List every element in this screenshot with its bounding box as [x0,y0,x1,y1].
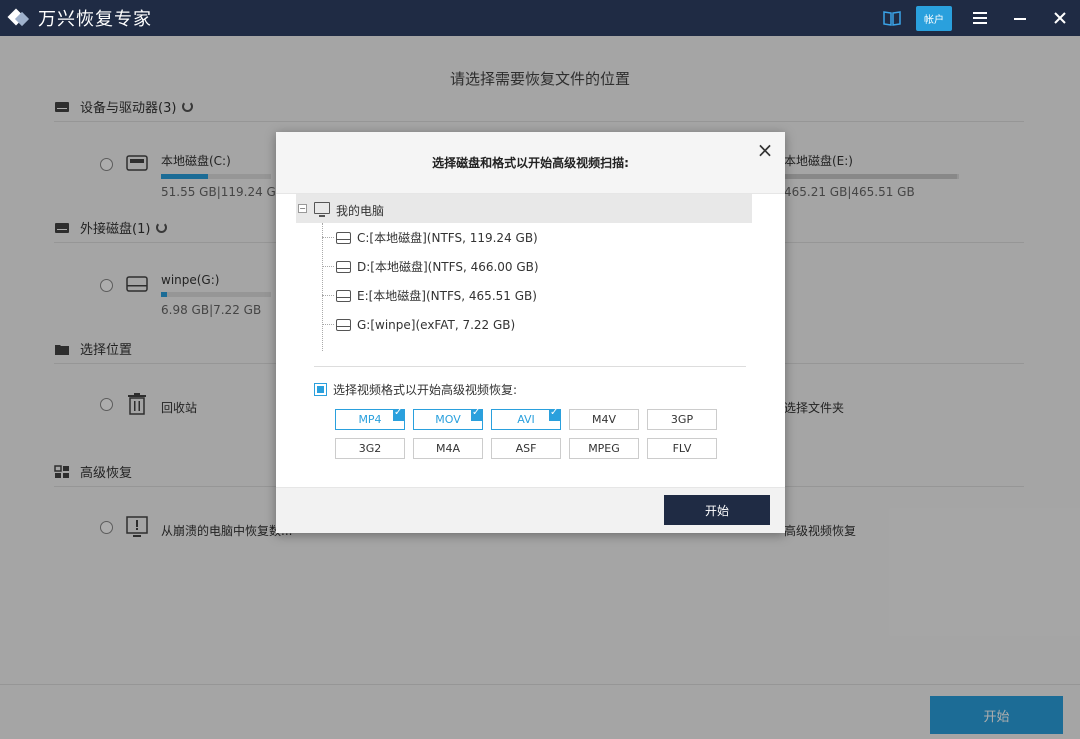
format-flv[interactable]: FLV [647,438,717,459]
format-asf[interactable]: ASF [491,438,561,459]
book-icon[interactable] [872,0,912,36]
tree-root-my-computer[interactable]: − 我的电脑 [296,194,752,223]
drive-icon [336,231,351,244]
check-icon [393,407,405,421]
tree-item-label: D:[本地磁盘](NTFS, 466.00 GB) [357,260,539,274]
dialog-title: 选择磁盘和格式以开始高级视频扫描: [276,132,785,194]
drive-icon [336,318,351,331]
check-icon [471,407,483,421]
format-checkbox-label: 选择视频格式以开始高级视频恢复: [333,383,518,397]
format-mov[interactable]: MOV [413,407,483,430]
divider [314,366,746,367]
tree-item-label: E:[本地磁盘](NTFS, 465.51 GB) [357,289,537,303]
check-icon [549,407,561,421]
hamburger-icon[interactable] [960,0,1000,36]
format-3gp[interactable]: 3GP [647,409,717,430]
tree-item-g[interactable]: G:[winpe](exFAT, 7.22 GB) [322,310,515,339]
tree-root-label: 我的电脑 [336,204,385,218]
format-select-all[interactable]: 选择视频格式以开始高级视频恢复: [314,381,517,398]
video-scan-dialog: 选择磁盘和格式以开始高级视频扫描: × − 我的电脑 C:[本地磁盘](NTFS… [276,132,785,533]
dialog-close-icon[interactable]: × [755,140,775,160]
title-bar: 万兴恢复专家 帐户 [0,0,1080,36]
format-checkbox[interactable] [314,383,327,396]
account-button[interactable]: 帐户 [916,5,952,31]
format-avi[interactable]: AVI [491,407,561,430]
collapse-icon[interactable]: − [298,204,307,213]
dialog-start-button[interactable]: 开始 [664,495,770,525]
tree-item-c[interactable]: C:[本地磁盘](NTFS, 119.24 GB) [322,223,538,252]
format-m4v[interactable]: M4V [569,409,639,430]
format-mpeg[interactable]: MPEG [569,438,639,459]
tree-item-e[interactable]: E:[本地磁盘](NTFS, 465.51 GB) [322,281,537,310]
drive-icon [336,289,351,302]
title-bar-controls: 帐户 [872,0,1080,36]
tree-item-label: G:[winpe](exFAT, 7.22 GB) [357,317,516,332]
format-mp4[interactable]: MP4 [335,407,405,430]
drive-icon [336,260,351,273]
app-logo-icon [7,7,30,29]
minimize-icon[interactable] [1000,0,1040,36]
tree-item-d[interactable]: D:[本地磁盘](NTFS, 466.00 GB) [322,252,539,281]
computer-icon [314,202,330,217]
tree-item-label: C:[本地磁盘](NTFS, 119.24 GB) [357,231,538,245]
app-title: 万兴恢复专家 [38,9,152,30]
close-icon[interactable] [1040,0,1080,36]
format-3g2[interactable]: 3G2 [335,438,405,459]
format-m4a[interactable]: M4A [413,438,483,459]
